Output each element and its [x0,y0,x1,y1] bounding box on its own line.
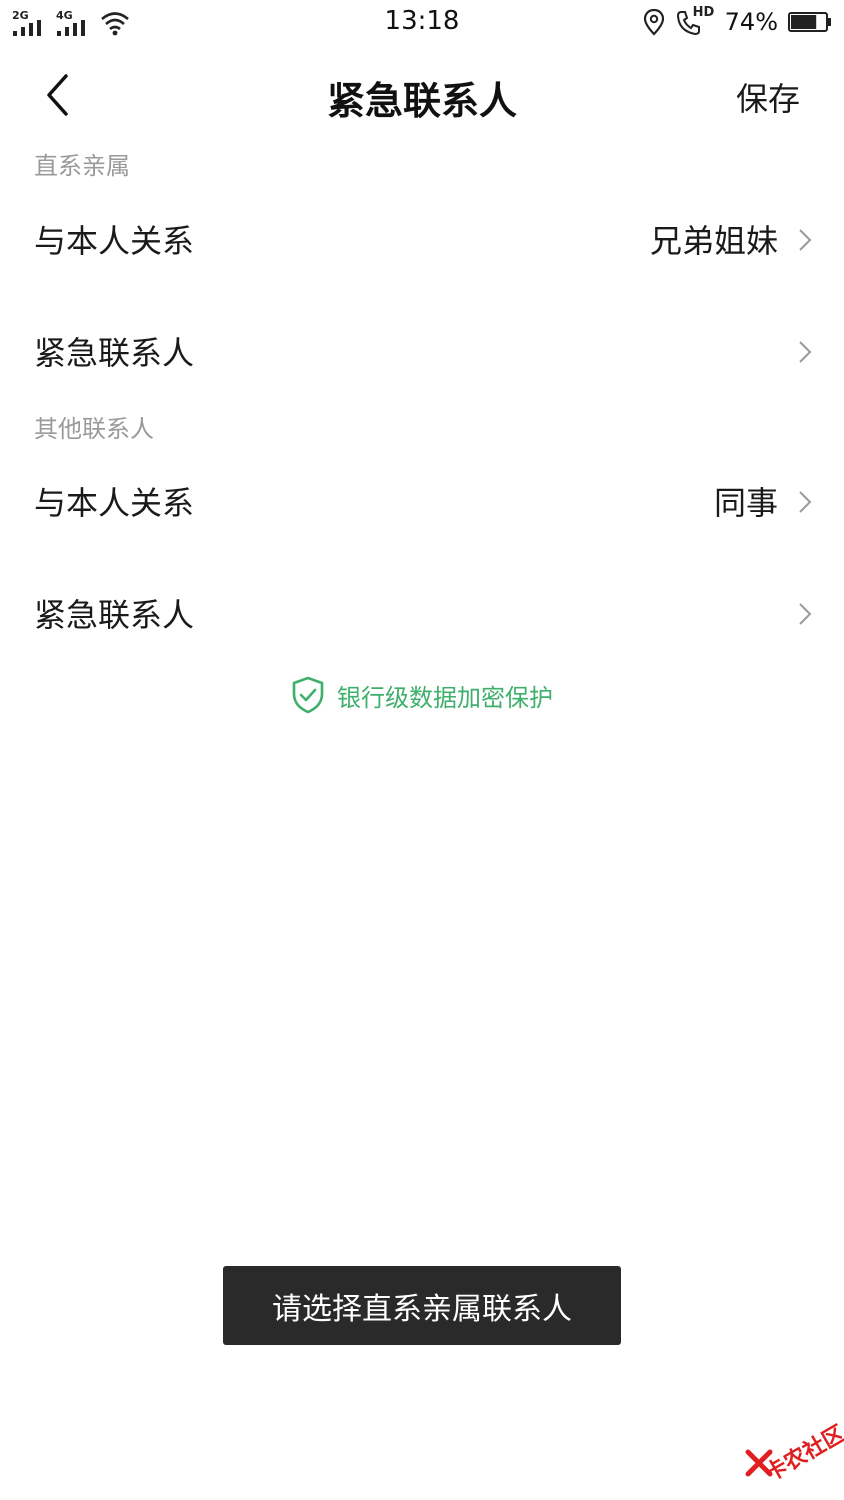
shield-check-icon [292,676,324,714]
toast-message: 请选择直系亲属联系人 [223,1266,621,1345]
chevron-right-icon [799,229,812,251]
row-relationship-other[interactable]: 与本人关系 同事 [0,454,844,544]
security-text: 银行级数据加密保护 [337,683,553,712]
chevron-right-icon [799,341,812,363]
chevron-right-icon [799,491,812,513]
section-header-other-contacts: 其他联系人 [34,415,154,443]
row-value: 兄弟姐妹 [649,222,778,260]
row-contact-other[interactable]: 紧急联系人 [0,566,844,656]
security-note: 银行级数据加密保护 [0,676,844,714]
chevron-right-icon [799,603,812,625]
watermark-logo: 卡农社区 [740,1410,844,1487]
location-icon [643,8,664,36]
hd-call-indicator: HD [675,5,715,37]
row-label: 与本人关系 [34,484,195,522]
battery-icon [788,12,832,32]
battery-percent: 74% [724,8,778,36]
row-label: 与本人关系 [34,222,195,260]
section-header-direct-family: 直系亲属 [34,152,130,180]
row-contact-direct[interactable]: 紧急联系人 [0,304,844,394]
watermark-text: 卡农社区 [760,1421,844,1487]
nav-bar: 紧急联系人 保存 [0,46,844,146]
hd-label: HD [692,5,715,20]
row-value: 同事 [713,484,778,522]
page-title: 紧急联系人 [326,79,517,123]
row-label: 紧急联系人 [34,334,195,372]
toast-text: 请选择直系亲属联系人 [272,1291,572,1327]
status-bar-right: HD 74% [643,5,832,38]
row-relationship-direct[interactable]: 与本人关系 兄弟姐妹 [0,192,844,282]
status-bar: 2G 4G 13:18 HD 74% [0,0,844,46]
save-button[interactable]: 保存 [736,74,800,120]
row-label: 紧急联系人 [34,596,195,634]
